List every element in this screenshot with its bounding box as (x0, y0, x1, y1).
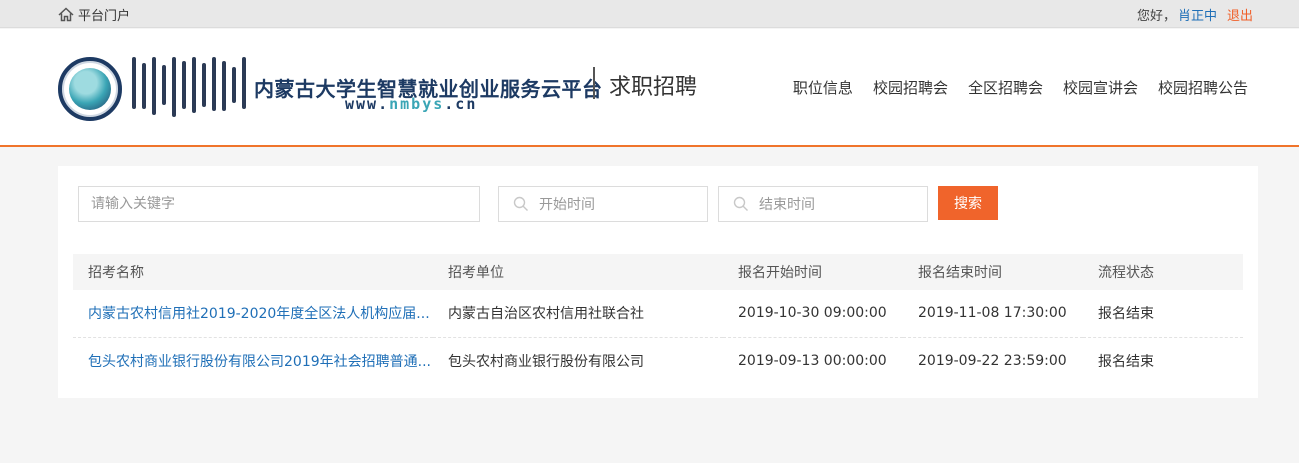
keyword-search-input[interactable] (78, 186, 480, 222)
platform-logo (58, 57, 122, 121)
start-date-field[interactable]: 开始时间 (498, 186, 708, 222)
top-bar: 平台门户 您好， 肖正中 退出 (0, 0, 1299, 28)
recruitment-name-link[interactable]: 内蒙古农村信用社2019-2020年度全区法人机构应届... (73, 290, 433, 337)
search-button[interactable]: 搜索 (938, 186, 998, 220)
recruitment-unit: 包头农村商业银行股份有限公司 (448, 353, 644, 370)
end-date-placeholder: 结束时间 (759, 197, 815, 213)
user-box: 您好， 肖正中 退出 (1137, 5, 1253, 24)
greeting-text: 您好， (1136, 9, 1176, 24)
nav-item-region-job-fair[interactable]: 全区招聘会 (968, 77, 1043, 98)
table-row: 内蒙古农村信用社2019-2020年度全区法人机构应届... 内蒙古自治区农村信… (73, 290, 1243, 337)
status: 报名结束 (1098, 306, 1154, 323)
table-header-row: 招考名称 招考单位 报名开始时间 报名结束时间 流程状态 (73, 254, 1243, 290)
brand-url-suffix: .cn (444, 95, 478, 113)
main-panel: 开始时间 结束时间 搜索 招考名称 招考单位 报名开始时间 报名结束时间 流程状… (58, 166, 1258, 398)
col-header-status: 流程状态 (1098, 265, 1154, 281)
home-icon (58, 7, 74, 22)
col-header-start-time: 报名开始时间 (738, 265, 822, 281)
platform-portal-label: 平台门户 (78, 9, 131, 24)
nav-item-campus-talk[interactable]: 校园宣讲会 (1063, 77, 1138, 98)
table-row: 包头农村商业银行股份有限公司2019年社会招聘普通... 包头农村商业银行股份有… (73, 337, 1243, 384)
start-date-placeholder: 开始时间 (539, 197, 595, 213)
recruitment-name-link[interactable]: 包头农村商业银行股份有限公司2019年社会招聘普通... (73, 337, 433, 384)
username-link[interactable]: 肖正中 (1178, 5, 1217, 24)
col-header-end-time: 报名结束时间 (918, 265, 1002, 281)
recruitment-table: 招考名称 招考单位 报名开始时间 报名结束时间 流程状态 内蒙古农村信用社201… (73, 254, 1243, 384)
col-header-name: 招考名称 (88, 265, 144, 281)
header-divider (593, 67, 595, 99)
nav-item-campus-announcement[interactable]: 校园招聘公告 (1158, 77, 1248, 98)
section-title: 求职招聘 (609, 75, 698, 100)
search-icon (733, 196, 748, 211)
col-header-unit: 招考单位 (448, 265, 504, 281)
platform-portal-link[interactable]: 平台门户 (58, 5, 130, 24)
logout-link[interactable]: 退出 (1227, 5, 1253, 24)
recruitment-unit: 内蒙古自治区农村信用社联合社 (448, 306, 644, 323)
start-time: 2019-09-13 00:00:00 (738, 352, 887, 369)
brand-url-prefix: www. (345, 95, 390, 113)
status: 报名结束 (1098, 353, 1154, 370)
end-time: 2019-11-08 17:30:00 (918, 305, 1067, 322)
logo-emblem-icon (69, 68, 111, 110)
end-date-field[interactable]: 结束时间 (718, 186, 928, 222)
nav-item-job-info[interactable]: 职位信息 (793, 77, 853, 98)
start-time: 2019-10-30 09:00:00 (738, 305, 887, 322)
main-nav: 职位信息 校园招聘会 全区招聘会 校园宣讲会 校园招聘公告 (793, 77, 1248, 98)
mongolian-script-logo (132, 57, 248, 127)
end-time: 2019-09-22 23:59:00 (918, 352, 1067, 369)
brand-url: www.nmbys.cn (345, 95, 477, 113)
search-icon (513, 196, 528, 211)
site-header: 内蒙古大学生智慧就业创业服务云平台 www.nmbys.cn 求职招聘 职位信息… (0, 29, 1299, 147)
nav-item-campus-job-fair[interactable]: 校园招聘会 (873, 77, 948, 98)
brand-url-highlight: nmbys (389, 95, 445, 113)
